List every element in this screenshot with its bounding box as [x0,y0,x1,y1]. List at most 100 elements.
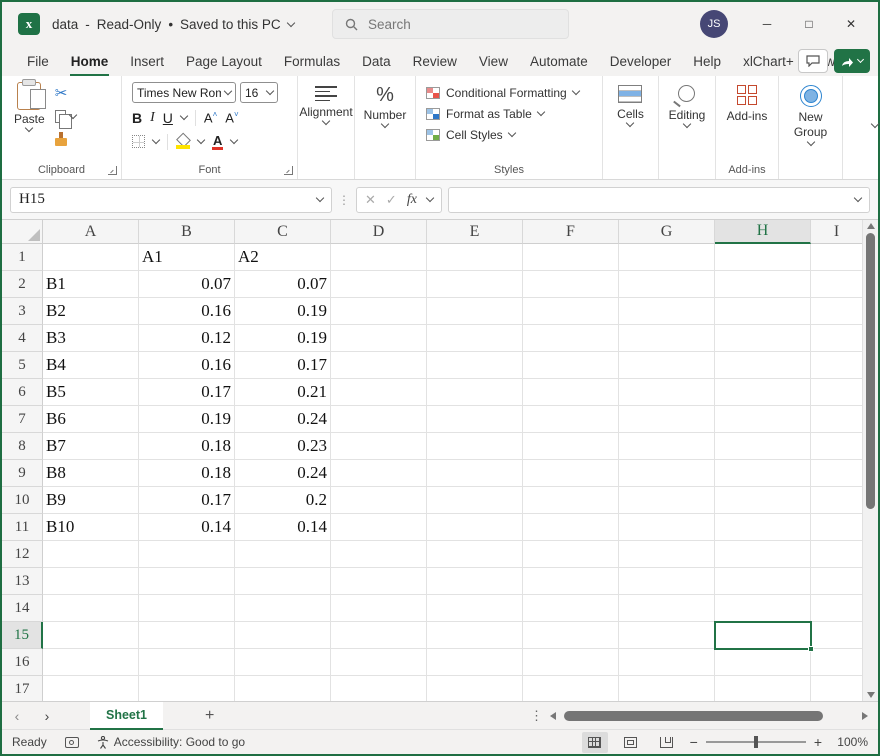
cell-H10[interactable] [715,487,811,514]
ribbon-tab-automate[interactable]: Automate [519,49,599,76]
cell-D4[interactable] [331,325,427,352]
cell-F8[interactable] [523,433,619,460]
cell-G15[interactable] [619,622,715,649]
row-header-11[interactable]: 11 [2,514,43,541]
sheet-tab-sheet1[interactable]: Sheet1 [90,702,163,730]
cell-A16[interactable] [43,649,139,676]
cell-F9[interactable] [523,460,619,487]
cell-G16[interactable] [619,649,715,676]
cell-D6[interactable] [331,379,427,406]
column-header-I[interactable]: I [811,220,862,244]
cell-E5[interactable] [427,352,523,379]
cell-A9[interactable]: B8 [43,460,139,487]
cell-D7[interactable] [331,406,427,433]
cell-B16[interactable] [139,649,235,676]
selected-cell-outline[interactable] [714,621,812,650]
column-header-D[interactable]: D [331,220,427,244]
row-header-14[interactable]: 14 [2,595,43,622]
alignment-button[interactable]: Alignment [299,86,352,124]
cell-H2[interactable] [715,271,811,298]
cell-G2[interactable] [619,271,715,298]
row-header-12[interactable]: 12 [2,541,43,568]
cell-F16[interactable] [523,649,619,676]
cell-H6[interactable] [715,379,811,406]
row-header-10[interactable]: 10 [2,487,43,514]
cell-C9[interactable]: 0.24 [235,460,331,487]
font-name-combo[interactable]: Times New Rom [132,82,236,103]
row-header-17[interactable]: 17 [2,676,43,701]
cell-I12[interactable] [811,541,862,568]
cell-D9[interactable] [331,460,427,487]
cell-F3[interactable] [523,298,619,325]
ribbon-tab-review[interactable]: Review [402,49,468,76]
close-button[interactable]: ✕ [830,7,872,41]
sheetbar-kebab-icon[interactable]: ⋮ [530,708,543,724]
cell-G17[interactable] [619,676,715,701]
cell-F1[interactable] [523,244,619,271]
cell-B12[interactable] [139,541,235,568]
cell-C17[interactable] [235,676,331,701]
cell-D10[interactable] [331,487,427,514]
scroll-up-arrow-icon[interactable] [867,223,875,229]
cell-D16[interactable] [331,649,427,676]
cell-H9[interactable] [715,460,811,487]
row-header-2[interactable]: 2 [2,271,43,298]
cell-A12[interactable] [43,541,139,568]
cell-G5[interactable] [619,352,715,379]
row-header-7[interactable]: 7 [2,406,43,433]
new-group-button[interactable]: New Group [789,85,833,145]
zoom-level[interactable]: 100% [832,735,868,749]
cell-H16[interactable] [715,649,811,676]
cell-G8[interactable] [619,433,715,460]
cell-C13[interactable] [235,568,331,595]
cell-G3[interactable] [619,298,715,325]
cell-E2[interactable] [427,271,523,298]
name-box[interactable]: H15 [10,187,332,213]
fill-handle[interactable] [808,646,814,652]
formula-bar-grip-icon[interactable]: ⋮ [338,195,350,205]
cell-B7[interactable]: 0.19 [139,406,235,433]
cell-C10[interactable]: 0.2 [235,487,331,514]
cell-B1[interactable]: A1 [139,244,235,271]
cell-I1[interactable] [811,244,862,271]
cells-button[interactable]: Cells [617,85,644,126]
cell-E15[interactable] [427,622,523,649]
underline-button[interactable]: U [163,110,173,126]
cell-styles-button[interactable]: Cell Styles [426,124,602,145]
cell-D12[interactable] [331,541,427,568]
formula-input[interactable] [448,187,870,213]
cell-C14[interactable] [235,595,331,622]
collapse-ribbon-button[interactable] [871,120,879,128]
cell-G10[interactable] [619,487,715,514]
clipboard-dialog-launcher-icon[interactable] [108,166,117,175]
cell-F17[interactable] [523,676,619,701]
cell-A5[interactable]: B4 [43,352,139,379]
record-macro-button[interactable] [65,737,79,748]
row-header-3[interactable]: 3 [2,298,43,325]
addins-button[interactable]: Add-ins [727,85,768,123]
horizontal-scroll-track[interactable] [562,711,856,721]
decrease-font-size-button[interactable]: A˅ [225,110,238,125]
cell-D1[interactable] [331,244,427,271]
cell-C7[interactable]: 0.24 [235,406,331,433]
copy-button[interactable] [55,107,76,125]
cell-A7[interactable]: B6 [43,406,139,433]
format-painter-button[interactable] [55,130,76,148]
cell-E14[interactable] [427,595,523,622]
row-header-9[interactable]: 9 [2,460,43,487]
cell-E16[interactable] [427,649,523,676]
worksheet-grid[interactable]: ABCDEFGHI 1A1A22B10.070.073B20.160.194B3… [2,220,862,701]
cell-F5[interactable] [523,352,619,379]
prev-sheet-button[interactable]: ‹ [2,708,32,724]
row-header-5[interactable]: 5 [2,352,43,379]
row-header-13[interactable]: 13 [2,568,43,595]
cell-B9[interactable]: 0.18 [139,460,235,487]
page-layout-view-button[interactable] [618,732,644,753]
cell-C2[interactable]: 0.07 [235,271,331,298]
cell-B13[interactable] [139,568,235,595]
number-format-button[interactable]: % Number [364,84,407,127]
column-header-F[interactable]: F [523,220,619,244]
cell-H17[interactable] [715,676,811,701]
next-sheet-button[interactable]: › [32,708,62,724]
fill-color-button[interactable] [176,135,190,149]
